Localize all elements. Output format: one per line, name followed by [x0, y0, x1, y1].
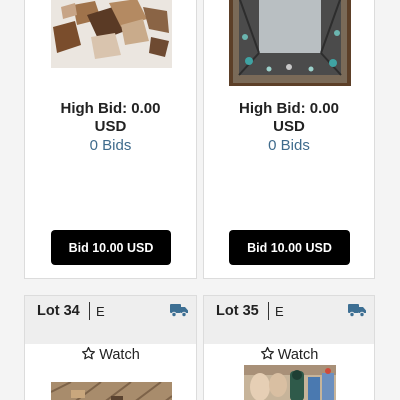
star-icon [260, 346, 274, 360]
lot-header: Lot 34 E [25, 296, 196, 344]
lot-number[interactable]: Lot 34 [37, 303, 80, 319]
lot-number[interactable]: Lot 35 [216, 303, 259, 319]
lot-card: High Bid: 0.00 USD 0 Bids Bid 10.00 USD [203, 0, 375, 279]
bid-button[interactable]: Bid 10.00 USD [51, 230, 171, 265]
bid-count-link[interactable]: 0 Bids [204, 136, 374, 155]
lot-code: E [275, 304, 284, 319]
lot-image[interactable] [244, 365, 336, 400]
divider [268, 302, 269, 320]
lot-header: Lot 35 E [204, 296, 374, 344]
bid-info: High Bid: 0.00 USD 0 Bids [25, 100, 196, 155]
truck-icon [348, 304, 366, 317]
lot-code: E [96, 304, 105, 319]
lot-card: Lot 34 E Watch [24, 295, 197, 400]
watch-label: Watch [277, 347, 319, 363]
bid-button[interactable]: Bid 10.00 USD [229, 230, 350, 265]
auction-grid: High Bid: 0.00 USD 0 Bids Bid 10.00 USD [0, 0, 400, 400]
lot-card: High Bid: 0.00 USD 0 Bids Bid 10.00 USD [24, 0, 197, 279]
lot-image[interactable] [51, 382, 172, 400]
high-bid-label: High Bid: 0.00 [238, 100, 339, 117]
truck-icon [170, 304, 188, 317]
high-bid-label: High Bid: 0.00 [60, 100, 161, 117]
watch-button[interactable]: Watch [204, 346, 374, 363]
lot-image[interactable] [229, 0, 351, 86]
divider [89, 302, 90, 320]
lot-image[interactable] [51, 0, 172, 68]
bid-info: High Bid: 0.00 USD 0 Bids [204, 100, 374, 155]
star-icon [82, 346, 96, 360]
watch-button[interactable]: Watch [25, 346, 196, 363]
high-bid-currency: USD [94, 118, 127, 135]
bid-count-link[interactable]: 0 Bids [25, 136, 196, 155]
lot-card: Lot 35 E Watch [203, 295, 375, 400]
watch-label: Watch [99, 347, 140, 363]
high-bid-currency: USD [273, 118, 305, 135]
